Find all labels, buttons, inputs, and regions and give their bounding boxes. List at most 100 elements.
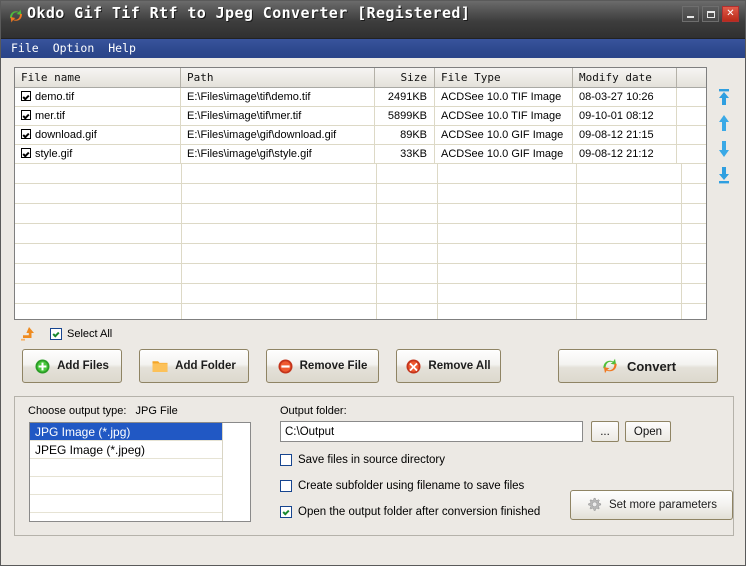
file-list-header: File name Path Size File Type Modify dat…: [15, 68, 706, 88]
output-type-label-text: Choose output type:: [28, 405, 127, 417]
empty-row: [15, 264, 706, 284]
convert-icon: [603, 358, 617, 374]
list-item-empty: [30, 513, 222, 521]
file-date-cell: 09-10-01 08:12: [573, 107, 677, 125]
convert-button[interactable]: Convert: [558, 349, 718, 383]
open-output-folder-label: Open the output folder after conversion …: [298, 506, 541, 518]
row-checkbox[interactable]: [21, 91, 31, 101]
set-more-parameters-button[interactable]: Set more parameters: [570, 490, 733, 520]
window-title: Okdo Gif Tif Rtf to Jpeg Converter [Regi…: [27, 4, 471, 22]
move-to-bottom-button[interactable]: [713, 163, 735, 187]
empty-row: [15, 184, 706, 204]
maximize-button[interactable]: [702, 6, 719, 22]
option-save-in-source-row[interactable]: Save files in source directory: [280, 454, 445, 466]
file-blank-cell: [677, 145, 706, 163]
file-blank-cell: [677, 126, 706, 144]
table-row[interactable]: download.gif E:\Files\image\gif\download…: [15, 126, 706, 145]
column-header-modify-date[interactable]: Modify date: [573, 68, 677, 87]
application-window: Okdo Gif Tif Rtf to Jpeg Converter [Regi…: [0, 0, 746, 566]
remove-file-button[interactable]: Remove File: [266, 349, 379, 383]
minimize-button[interactable]: [682, 6, 699, 22]
empty-row: [15, 284, 706, 304]
column-header-path[interactable]: Path: [181, 68, 375, 87]
gear-icon: [588, 497, 602, 511]
remove-all-icon: [406, 359, 421, 373]
list-item[interactable]: JPG Image (*.jpg): [30, 423, 222, 441]
folder-icon: [152, 361, 168, 372]
open-folder-button[interactable]: Open: [625, 421, 671, 442]
file-date-cell: 09-08-12 21:15: [573, 126, 677, 144]
list-item-empty: [30, 477, 222, 495]
add-files-button[interactable]: Add Files: [22, 349, 122, 383]
file-path-cell: E:\Files\image\tif\mer.tif: [181, 107, 375, 125]
file-name-cell[interactable]: download.gif: [15, 126, 181, 144]
app-icon: [7, 7, 25, 25]
add-folder-label: Add Folder: [175, 360, 236, 372]
file-type-cell: ACDSee 10.0 TIF Image: [435, 107, 573, 125]
move-to-top-button[interactable]: [713, 85, 735, 109]
file-path-cell: E:\Files\image\tif\demo.tif: [181, 88, 375, 106]
option-create-subfolder-row[interactable]: Create subfolder using filename to save …: [280, 480, 524, 492]
file-type-cell: ACDSee 10.0 TIF Image: [435, 88, 573, 106]
action-button-row: Add Files Add Folder Remove File Remove …: [22, 349, 501, 383]
move-up-button[interactable]: [713, 111, 735, 135]
create-subfolder-checkbox[interactable]: [280, 480, 292, 492]
file-date-cell: 08-03-27 10:26: [573, 88, 677, 106]
remove-all-label: Remove All: [428, 360, 491, 372]
table-row[interactable]: demo.tif E:\Files\image\tif\demo.tif 249…: [15, 88, 706, 107]
empty-row: [15, 244, 706, 264]
select-all-label: Select All: [67, 328, 113, 340]
row-checkbox[interactable]: [21, 129, 31, 139]
set-more-parameters-label: Set more parameters: [608, 499, 717, 511]
file-path-cell: E:\Files\image\gif\download.gif: [181, 126, 375, 144]
output-folder-input[interactable]: C:\Output: [280, 421, 583, 442]
file-name-cell[interactable]: demo.tif: [15, 88, 181, 106]
maximize-icon: [706, 10, 715, 18]
move-down-button[interactable]: [713, 137, 735, 161]
minimize-icon: [687, 15, 694, 18]
output-type-label: Choose output type: JPG File: [28, 405, 178, 417]
menu-item-option[interactable]: Option: [50, 40, 102, 57]
window-controls: ✕: [682, 6, 739, 22]
select-all-checkbox[interactable]: [50, 328, 62, 340]
menu-item-help[interactable]: Help: [105, 40, 143, 57]
file-name-cell[interactable]: style.gif: [15, 145, 181, 163]
column-header-file-name[interactable]: File name: [15, 68, 181, 87]
list-item[interactable]: JPEG Image (*.jpeg): [30, 441, 222, 459]
file-type-cell: ACDSee 10.0 GIF Image: [435, 126, 573, 144]
file-type-cell: ACDSee 10.0 GIF Image: [435, 145, 573, 163]
save-in-source-checkbox[interactable]: [280, 454, 292, 466]
menu-item-file[interactable]: File: [8, 40, 46, 57]
move-up-icon: [719, 115, 729, 131]
browse-folder-button[interactable]: ...: [591, 421, 619, 442]
remove-all-button[interactable]: Remove All: [396, 349, 501, 383]
output-type-list[interactable]: JPG Image (*.jpg) JPEG Image (*.jpeg): [29, 422, 251, 522]
option-open-output-row[interactable]: Open the output folder after conversion …: [280, 506, 540, 518]
close-button[interactable]: ✕: [722, 6, 739, 22]
open-output-folder-checkbox[interactable]: [280, 506, 292, 518]
save-in-source-label: Save files in source directory: [298, 454, 446, 466]
column-header-file-type[interactable]: File Type: [435, 68, 573, 87]
move-down-icon: [719, 141, 729, 157]
file-name-text: download.gif: [35, 129, 97, 141]
empty-row: [15, 204, 706, 224]
output-settings-panel: Choose output type: JPG File JPG Image (…: [14, 396, 734, 536]
add-folder-button[interactable]: Add Folder: [139, 349, 249, 383]
add-files-label: Add Files: [57, 360, 109, 372]
table-row[interactable]: style.gif E:\Files\image\gif\style.gif 3…: [15, 145, 706, 164]
select-all-row: Select All: [19, 324, 112, 344]
remove-icon: [278, 359, 293, 373]
column-header-blank[interactable]: [677, 68, 706, 87]
table-row[interactable]: mer.tif E:\Files\image\tif\mer.tif 5899K…: [15, 107, 706, 126]
order-buttons: [713, 85, 739, 190]
move-up-orange-icon[interactable]: [19, 326, 37, 342]
file-name-cell[interactable]: mer.tif: [15, 107, 181, 125]
row-checkbox[interactable]: [21, 148, 31, 158]
close-icon: ✕: [726, 8, 735, 19]
column-header-size[interactable]: Size: [375, 68, 435, 87]
file-blank-cell: [677, 107, 706, 125]
move-to-bottom-icon: [719, 167, 729, 184]
list-item-empty: [30, 459, 222, 477]
row-checkbox[interactable]: [21, 110, 31, 120]
file-list[interactable]: File name Path Size File Type Modify dat…: [14, 67, 707, 320]
